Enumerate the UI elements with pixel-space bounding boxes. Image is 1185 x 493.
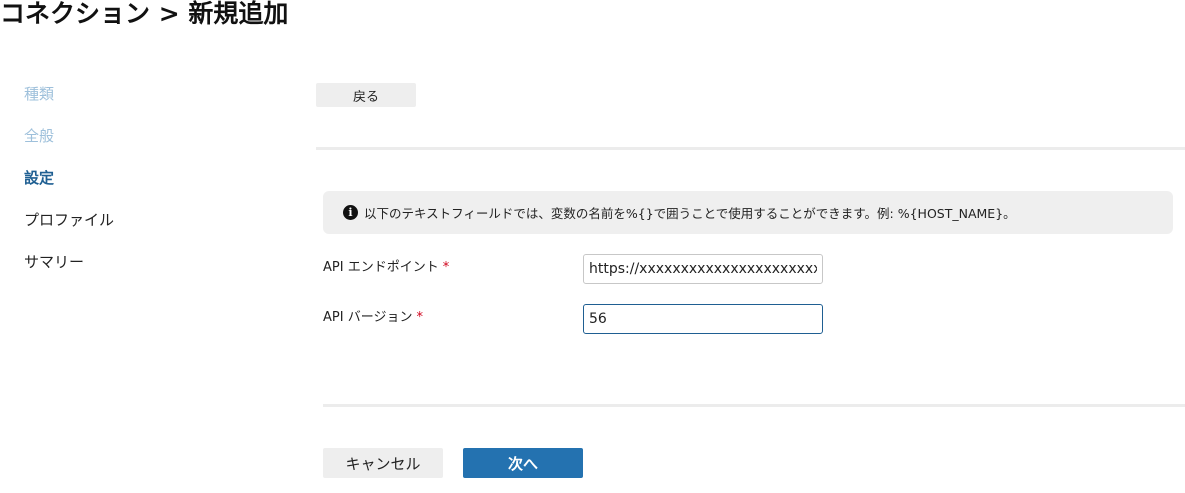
- page-title: コネクション > 新規追加: [0, 0, 289, 28]
- required-mark: *: [416, 310, 423, 325]
- info-box: i 以下のテキストフィールドでは、変数の名前を%{}で囲うことで使用することがで…: [323, 191, 1173, 234]
- step-general[interactable]: 全般: [24, 124, 114, 166]
- api-version-label-text: API バージョン: [323, 310, 413, 325]
- info-icon: i: [343, 205, 358, 220]
- back-button[interactable]: 戻る: [316, 83, 416, 107]
- api-version-label: API バージョン *: [323, 306, 423, 325]
- step-summary: サマリー: [24, 253, 85, 271]
- step-type[interactable]: 種類: [24, 82, 114, 124]
- info-text: 以下のテキストフィールドでは、変数の名前を%{}で囲うことで使用することができま…: [364, 206, 1016, 221]
- required-mark: *: [442, 260, 450, 275]
- api-version-input[interactable]: [583, 304, 823, 334]
- divider-top: [316, 147, 1185, 150]
- api-endpoint-label: API エンドポイント *: [323, 256, 449, 275]
- divider-bottom: [323, 404, 1185, 407]
- api-endpoint-label-text: API エンドポイント: [323, 260, 439, 275]
- wizard-steps: 種類 全般 設定 プロファイル サマリー: [24, 82, 114, 292]
- next-button[interactable]: 次へ: [463, 448, 583, 478]
- cancel-button[interactable]: キャンセル: [323, 448, 443, 478]
- step-profile: プロファイル: [24, 211, 115, 229]
- api-endpoint-input[interactable]: [583, 254, 823, 284]
- step-settings: 設定: [24, 169, 55, 187]
